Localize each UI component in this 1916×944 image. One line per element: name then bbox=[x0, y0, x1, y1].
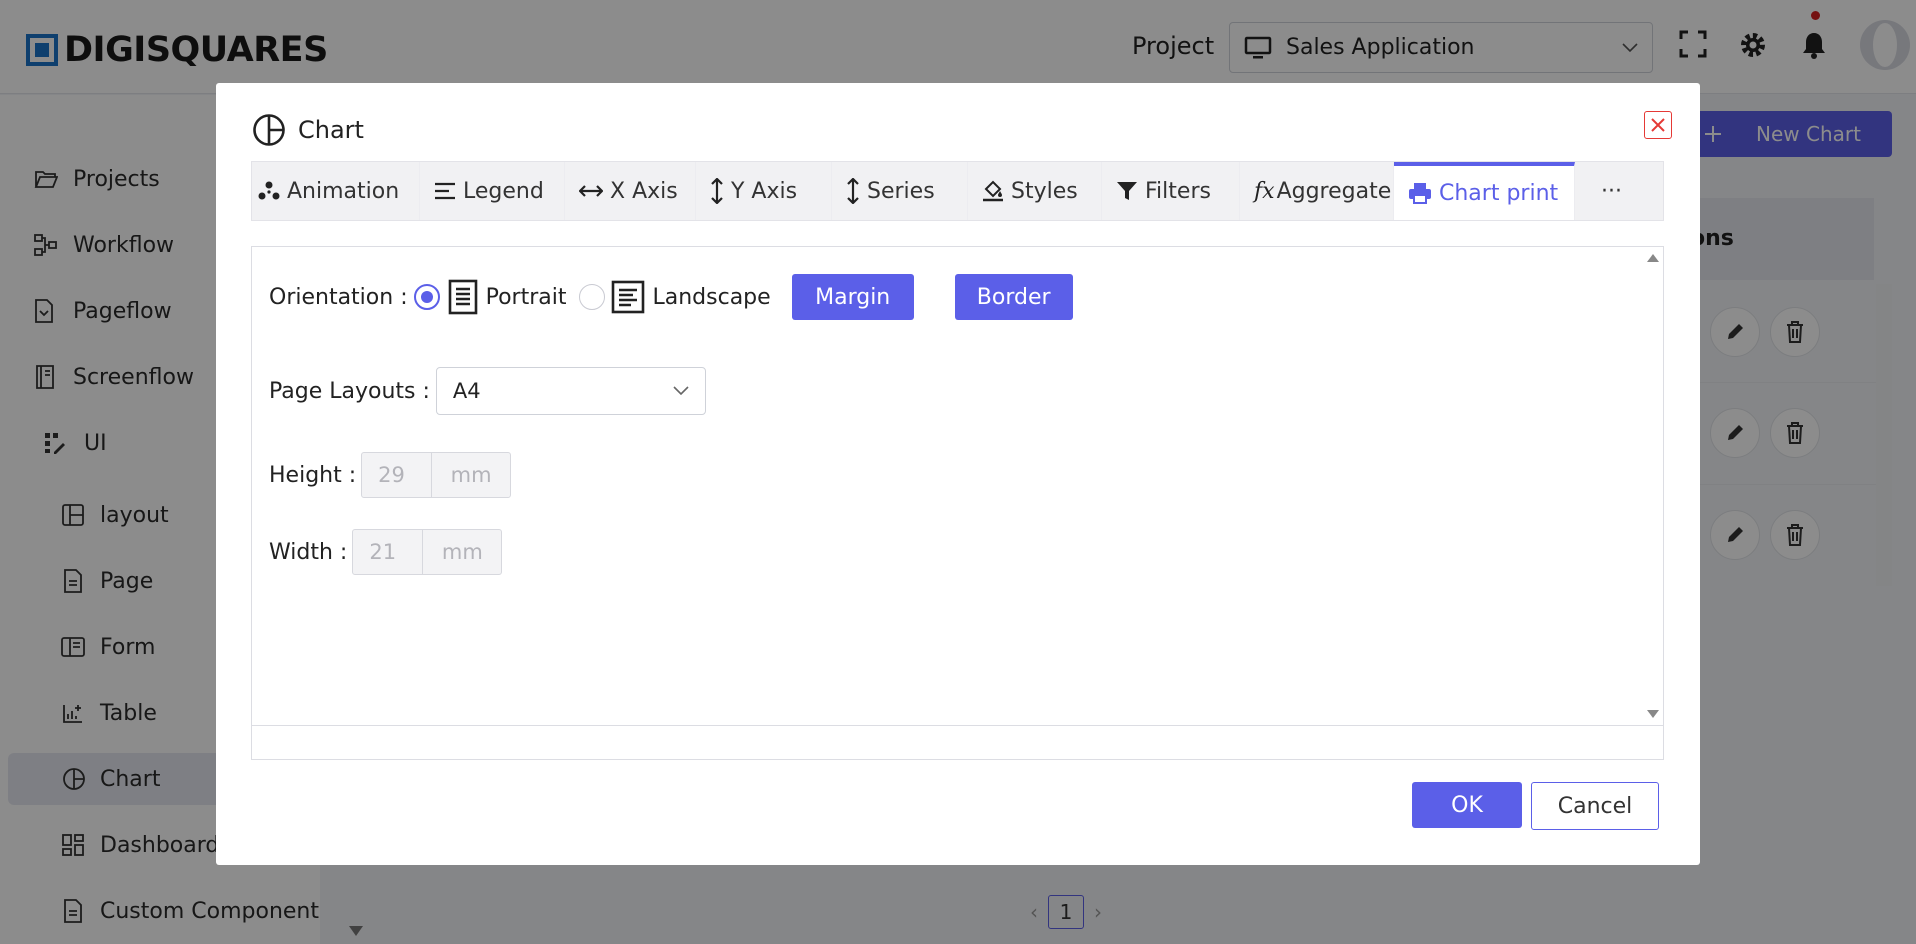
tab-series[interactable]: Series bbox=[832, 162, 968, 220]
landscape-page-icon bbox=[611, 280, 644, 314]
cancel-button[interactable]: Cancel bbox=[1531, 782, 1659, 830]
tab-chart-print[interactable]: Chart print bbox=[1394, 162, 1575, 220]
dialog-tabs: Animation Legend X Axis Y Axis Series St… bbox=[251, 161, 1664, 221]
height-value: 29 bbox=[362, 453, 433, 497]
scroll-down-icon[interactable] bbox=[1646, 709, 1660, 719]
landscape-radio[interactable] bbox=[578, 284, 605, 310]
scroll-up-icon[interactable] bbox=[1646, 253, 1660, 263]
portrait-label: Portrait bbox=[485, 284, 567, 310]
horizontal-arrows-icon bbox=[579, 185, 603, 197]
orientation-row: Orientation : Portrait Landscape Margin … bbox=[269, 272, 1073, 322]
tab-filters[interactable]: Filters bbox=[1102, 162, 1240, 220]
paint-bucket-icon bbox=[983, 180, 1003, 202]
close-icon bbox=[1651, 118, 1665, 132]
chart-dialog: Chart Animation Legend X Axis Y Axis Ser… bbox=[216, 83, 1700, 865]
dialog-title: Chart bbox=[298, 116, 364, 144]
tab-legend[interactable]: Legend bbox=[420, 162, 565, 220]
tab-label: Filters bbox=[1145, 178, 1211, 204]
border-button[interactable]: Border bbox=[954, 274, 1073, 320]
tab-more[interactable]: ··· bbox=[1575, 162, 1648, 220]
height-unit: mm bbox=[450, 463, 492, 487]
tab-label: Animation bbox=[287, 178, 400, 204]
height-label: Height : bbox=[269, 462, 357, 488]
tab-y-axis[interactable]: Y Axis bbox=[696, 162, 832, 220]
function-icon: fx bbox=[1254, 178, 1275, 204]
tab-label: X Axis bbox=[610, 178, 678, 204]
tab-label: Aggregate bbox=[1276, 178, 1392, 204]
tab-label: Chart print bbox=[1439, 180, 1559, 206]
tab-label: Series bbox=[867, 178, 935, 204]
page-layouts-label: Page Layouts : bbox=[269, 378, 430, 404]
pie-chart-icon bbox=[253, 114, 285, 146]
width-input[interactable]: 21 mm bbox=[352, 529, 503, 575]
legend-icon bbox=[435, 182, 455, 200]
tab-animation[interactable]: Animation bbox=[252, 162, 420, 220]
ok-button[interactable]: OK bbox=[1412, 782, 1522, 828]
panel-scrollbar[interactable] bbox=[1641, 247, 1663, 725]
width-value: 21 bbox=[353, 530, 424, 574]
filter-icon bbox=[1117, 182, 1137, 200]
tab-label: Styles bbox=[1011, 178, 1078, 204]
more-icon: ··· bbox=[1601, 178, 1622, 204]
landscape-label: Landscape bbox=[652, 284, 771, 310]
panel-divider bbox=[252, 725, 1663, 726]
tab-x-axis[interactable]: X Axis bbox=[565, 162, 696, 220]
tab-styles[interactable]: Styles bbox=[968, 162, 1102, 220]
page-layout-select[interactable]: A4 bbox=[435, 367, 706, 415]
page-layout-value: A4 bbox=[452, 379, 481, 403]
vertical-arrows-icon bbox=[847, 178, 859, 204]
chart-print-panel: Orientation : Portrait Landscape Margin … bbox=[251, 246, 1664, 760]
vertical-arrows-icon bbox=[711, 178, 723, 204]
portrait-page-icon bbox=[448, 279, 477, 315]
animation-icon bbox=[258, 181, 280, 200]
tab-label: Y Axis bbox=[731, 178, 798, 204]
chevron-down-icon bbox=[673, 386, 689, 396]
orientation-label: Orientation : bbox=[269, 284, 408, 310]
width-row: Width : 21 mm bbox=[269, 528, 503, 576]
tab-aggregate[interactable]: fx Aggregate bbox=[1240, 162, 1394, 220]
printer-icon bbox=[1409, 183, 1431, 204]
height-input[interactable]: 29 mm bbox=[361, 452, 512, 498]
dialog-header: Chart bbox=[252, 113, 364, 147]
page-layout-row: Page Layouts : A4 bbox=[269, 366, 706, 416]
width-unit: mm bbox=[441, 540, 483, 564]
tab-label: Legend bbox=[463, 178, 544, 204]
width-label: Width : bbox=[269, 539, 348, 565]
height-row: Height : 29 mm bbox=[269, 451, 512, 499]
portrait-radio[interactable] bbox=[413, 284, 440, 310]
close-button[interactable] bbox=[1644, 111, 1672, 139]
margin-button[interactable]: Margin bbox=[791, 274, 914, 320]
